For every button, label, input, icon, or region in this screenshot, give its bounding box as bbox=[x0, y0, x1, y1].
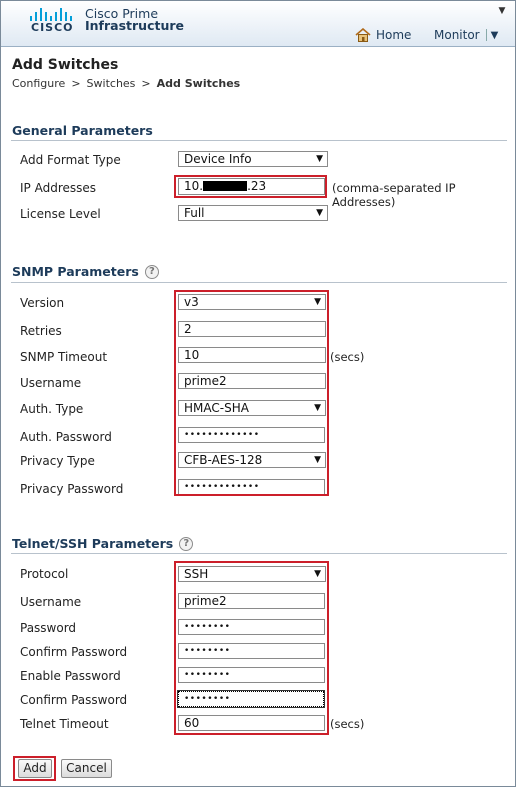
chevron-down-icon: ▼ bbox=[316, 208, 323, 218]
protocol-label: Protocol bbox=[20, 567, 69, 581]
breadcrumb-current: Add Switches bbox=[156, 77, 241, 90]
window-menu-button[interactable]: ▼ bbox=[492, 6, 512, 16]
menu-divider bbox=[485, 29, 487, 41]
logo-text: CISCO bbox=[31, 21, 74, 34]
snmp-username-label: Username bbox=[20, 376, 82, 390]
cancel-button[interactable]: Cancel bbox=[61, 759, 112, 778]
home-icon bbox=[355, 28, 371, 42]
snmp-version-label: Version bbox=[20, 296, 65, 310]
privacy-type-label: Privacy Type bbox=[20, 454, 95, 468]
snmp-timeout-label: SNMP Timeout bbox=[20, 350, 108, 364]
add-format-type-select[interactable]: Device Info ▼ bbox=[178, 151, 328, 167]
general-parameters-label: General Parameters bbox=[12, 123, 153, 138]
highlight-ip-addresses bbox=[174, 175, 327, 198]
breadcrumb-configure[interactable]: Configure bbox=[12, 77, 65, 90]
license-level-select[interactable]: Full ▼ bbox=[178, 205, 328, 221]
ip-addresses-label: IP Addresses bbox=[20, 181, 97, 195]
telnet-username-label: Username bbox=[20, 595, 82, 609]
monitor-label: Monitor bbox=[434, 28, 480, 42]
cisco-logo: CISCO bbox=[28, 6, 78, 36]
telnet-timeout-unit: (secs) bbox=[330, 717, 365, 731]
telnet-timeout-label: Telnet Timeout bbox=[20, 717, 109, 731]
breadcrumb-separator: > bbox=[141, 77, 151, 90]
highlight-telnet-fields bbox=[174, 561, 329, 735]
page-title: Add Switches bbox=[12, 57, 119, 73]
license-level-label: License Level bbox=[20, 207, 101, 221]
logo-bars bbox=[30, 7, 74, 21]
section-divider bbox=[11, 140, 507, 141]
telnet-password-label: Password bbox=[20, 621, 77, 635]
chevron-down-icon: ▼ bbox=[316, 154, 323, 164]
snmp-parameters-title: SNMP Parameters ? bbox=[12, 264, 159, 279]
section-divider bbox=[11, 282, 507, 283]
breadcrumb-switches[interactable]: Switches bbox=[87, 77, 136, 90]
ip-addresses-hint: (comma-separated IP Addresses) bbox=[332, 181, 456, 209]
brand-name-line2: Infrastructure bbox=[85, 18, 184, 33]
highlight-add-button bbox=[13, 756, 56, 781]
add-format-type-value: Device Info bbox=[184, 152, 252, 166]
breadcrumb-separator: > bbox=[71, 77, 81, 90]
help-icon[interactable]: ? bbox=[144, 264, 159, 279]
telnet-ssh-parameters-title: Telnet/SSH Parameters ? bbox=[12, 536, 194, 551]
snmp-parameters-label: SNMP Parameters bbox=[12, 264, 139, 279]
monitor-menu[interactable]: Monitor ▼ bbox=[434, 27, 498, 43]
breadcrumb: Configure > Switches > Add Switches bbox=[12, 77, 240, 90]
add-format-type-label: Add Format Type bbox=[20, 153, 121, 167]
chevron-down-icon: ▼ bbox=[490, 29, 499, 41]
home-label: Home bbox=[376, 28, 412, 42]
confirm-enable-password-label: Confirm Password bbox=[20, 693, 128, 707]
top-bar: CISCO Cisco Prime Infrastructure ▼ Home … bbox=[1, 1, 515, 47]
highlight-snmp-fields bbox=[174, 290, 329, 496]
confirm-password-label: Confirm Password bbox=[20, 645, 128, 659]
snmp-timeout-unit: (secs) bbox=[330, 350, 365, 364]
license-level-value: Full bbox=[184, 206, 205, 220]
snmp-retries-label: Retries bbox=[20, 324, 62, 338]
auth-type-label: Auth. Type bbox=[20, 402, 84, 416]
telnet-ssh-parameters-label: Telnet/SSH Parameters bbox=[12, 536, 174, 551]
section-divider bbox=[11, 553, 507, 554]
help-icon[interactable]: ? bbox=[179, 536, 194, 551]
home-link[interactable]: Home bbox=[355, 27, 411, 43]
auth-password-label: Auth. Password bbox=[20, 430, 112, 444]
general-parameters-title: General Parameters bbox=[12, 123, 153, 138]
enable-password-label: Enable Password bbox=[20, 669, 121, 683]
privacy-password-label: Privacy Password bbox=[20, 482, 124, 496]
